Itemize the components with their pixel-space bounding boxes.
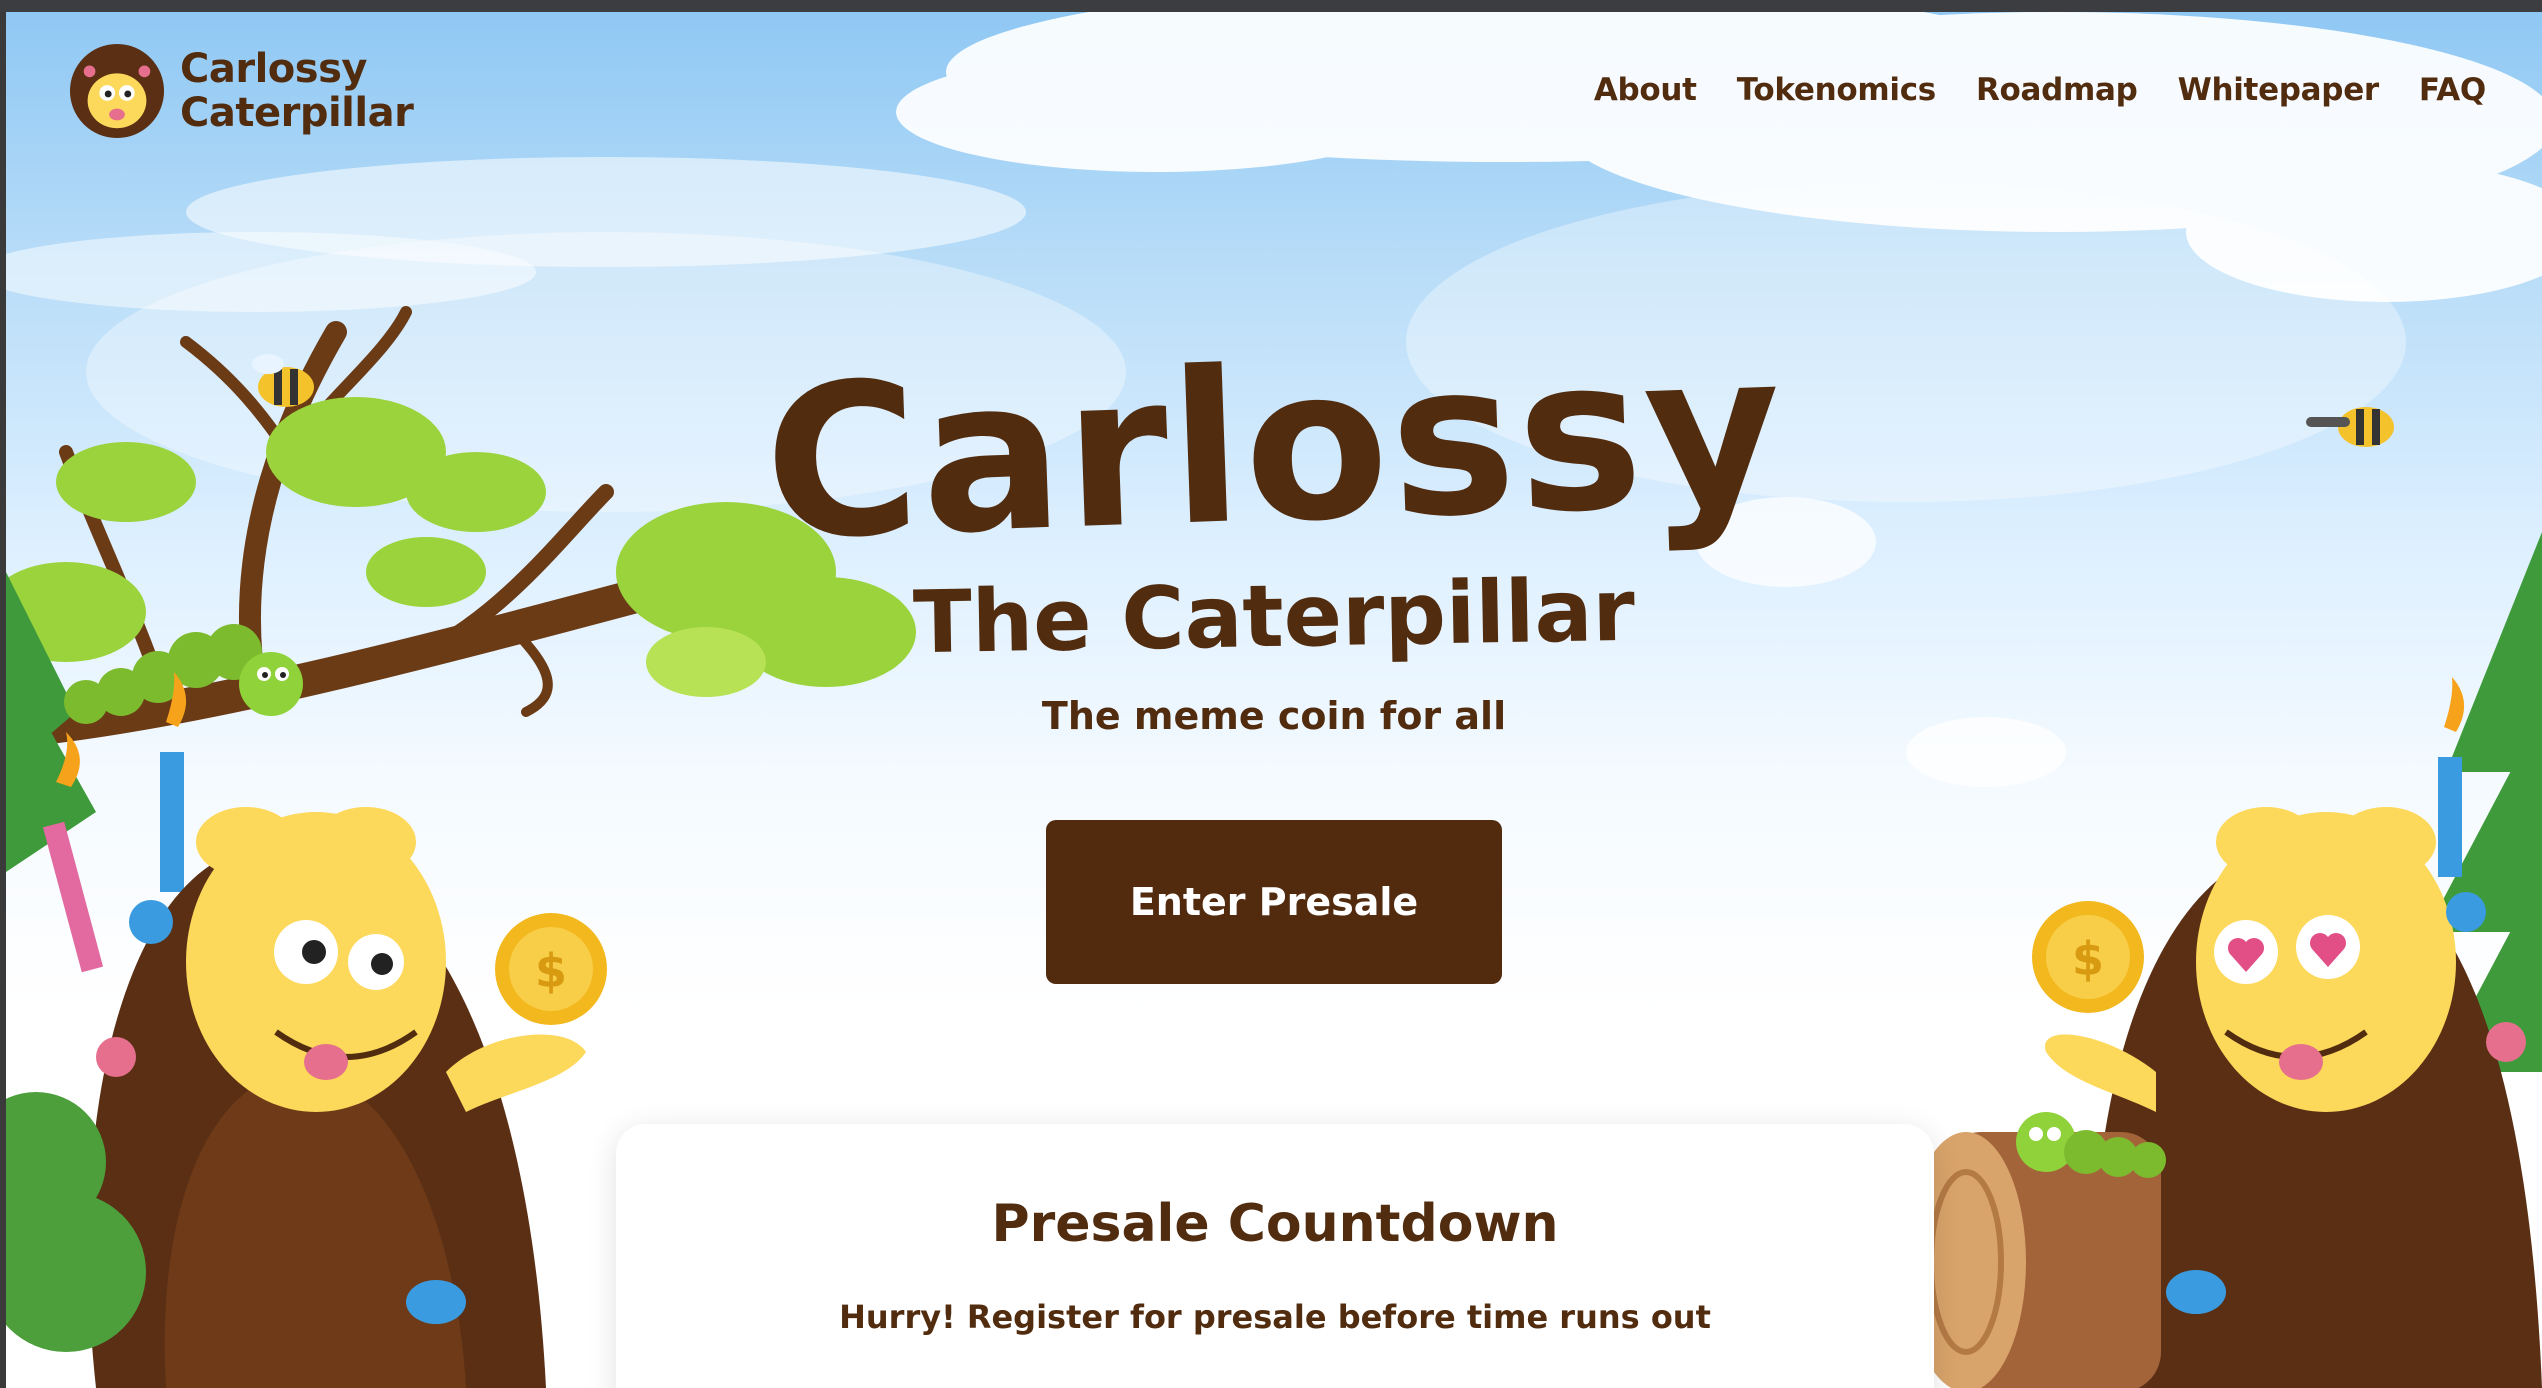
nav-about[interactable]: About	[1594, 72, 1697, 108]
mascot-left	[88, 807, 586, 1388]
brand-name-line2: Caterpillar	[180, 90, 414, 136]
caterpillar-face-icon	[69, 43, 165, 139]
nav-faq[interactable]: FAQ	[2419, 72, 2486, 108]
page-viewport: $ $ Carlossy Caterpillar About Tokenomic…	[6, 12, 2542, 1388]
svg-text:$: $	[535, 944, 567, 998]
coin-right: $	[2032, 901, 2144, 1013]
hero-tagline: The meme coin for all	[1041, 694, 1507, 738]
nav-roadmap[interactable]: Roadmap	[1976, 72, 2138, 108]
brand-logo[interactable]: Carlossy Caterpillar	[68, 42, 414, 140]
browser-top-bar	[0, 0, 2542, 12]
presale-countdown-card: Presale Countdown Hurry! Register for pr…	[616, 1124, 1934, 1388]
enter-presale-button[interactable]: Enter Presale	[1046, 820, 1502, 984]
nav-tokenomics[interactable]: Tokenomics	[1737, 72, 1937, 108]
brand-name-line1: Carlossy	[180, 46, 367, 92]
presale-card-title: Presale Countdown	[991, 1194, 1559, 1254]
svg-text:$: $	[2072, 932, 2104, 986]
coin-left: $	[495, 913, 607, 1025]
brand-name: Carlossy Caterpillar	[180, 46, 414, 136]
main-nav: About Tokenomics Roadmap Whitepaper FAQ	[1594, 72, 2486, 108]
nav-whitepaper[interactable]: Whitepaper	[2178, 72, 2380, 108]
presale-card-subtitle: Hurry! Register for presale before time …	[839, 1298, 1711, 1336]
